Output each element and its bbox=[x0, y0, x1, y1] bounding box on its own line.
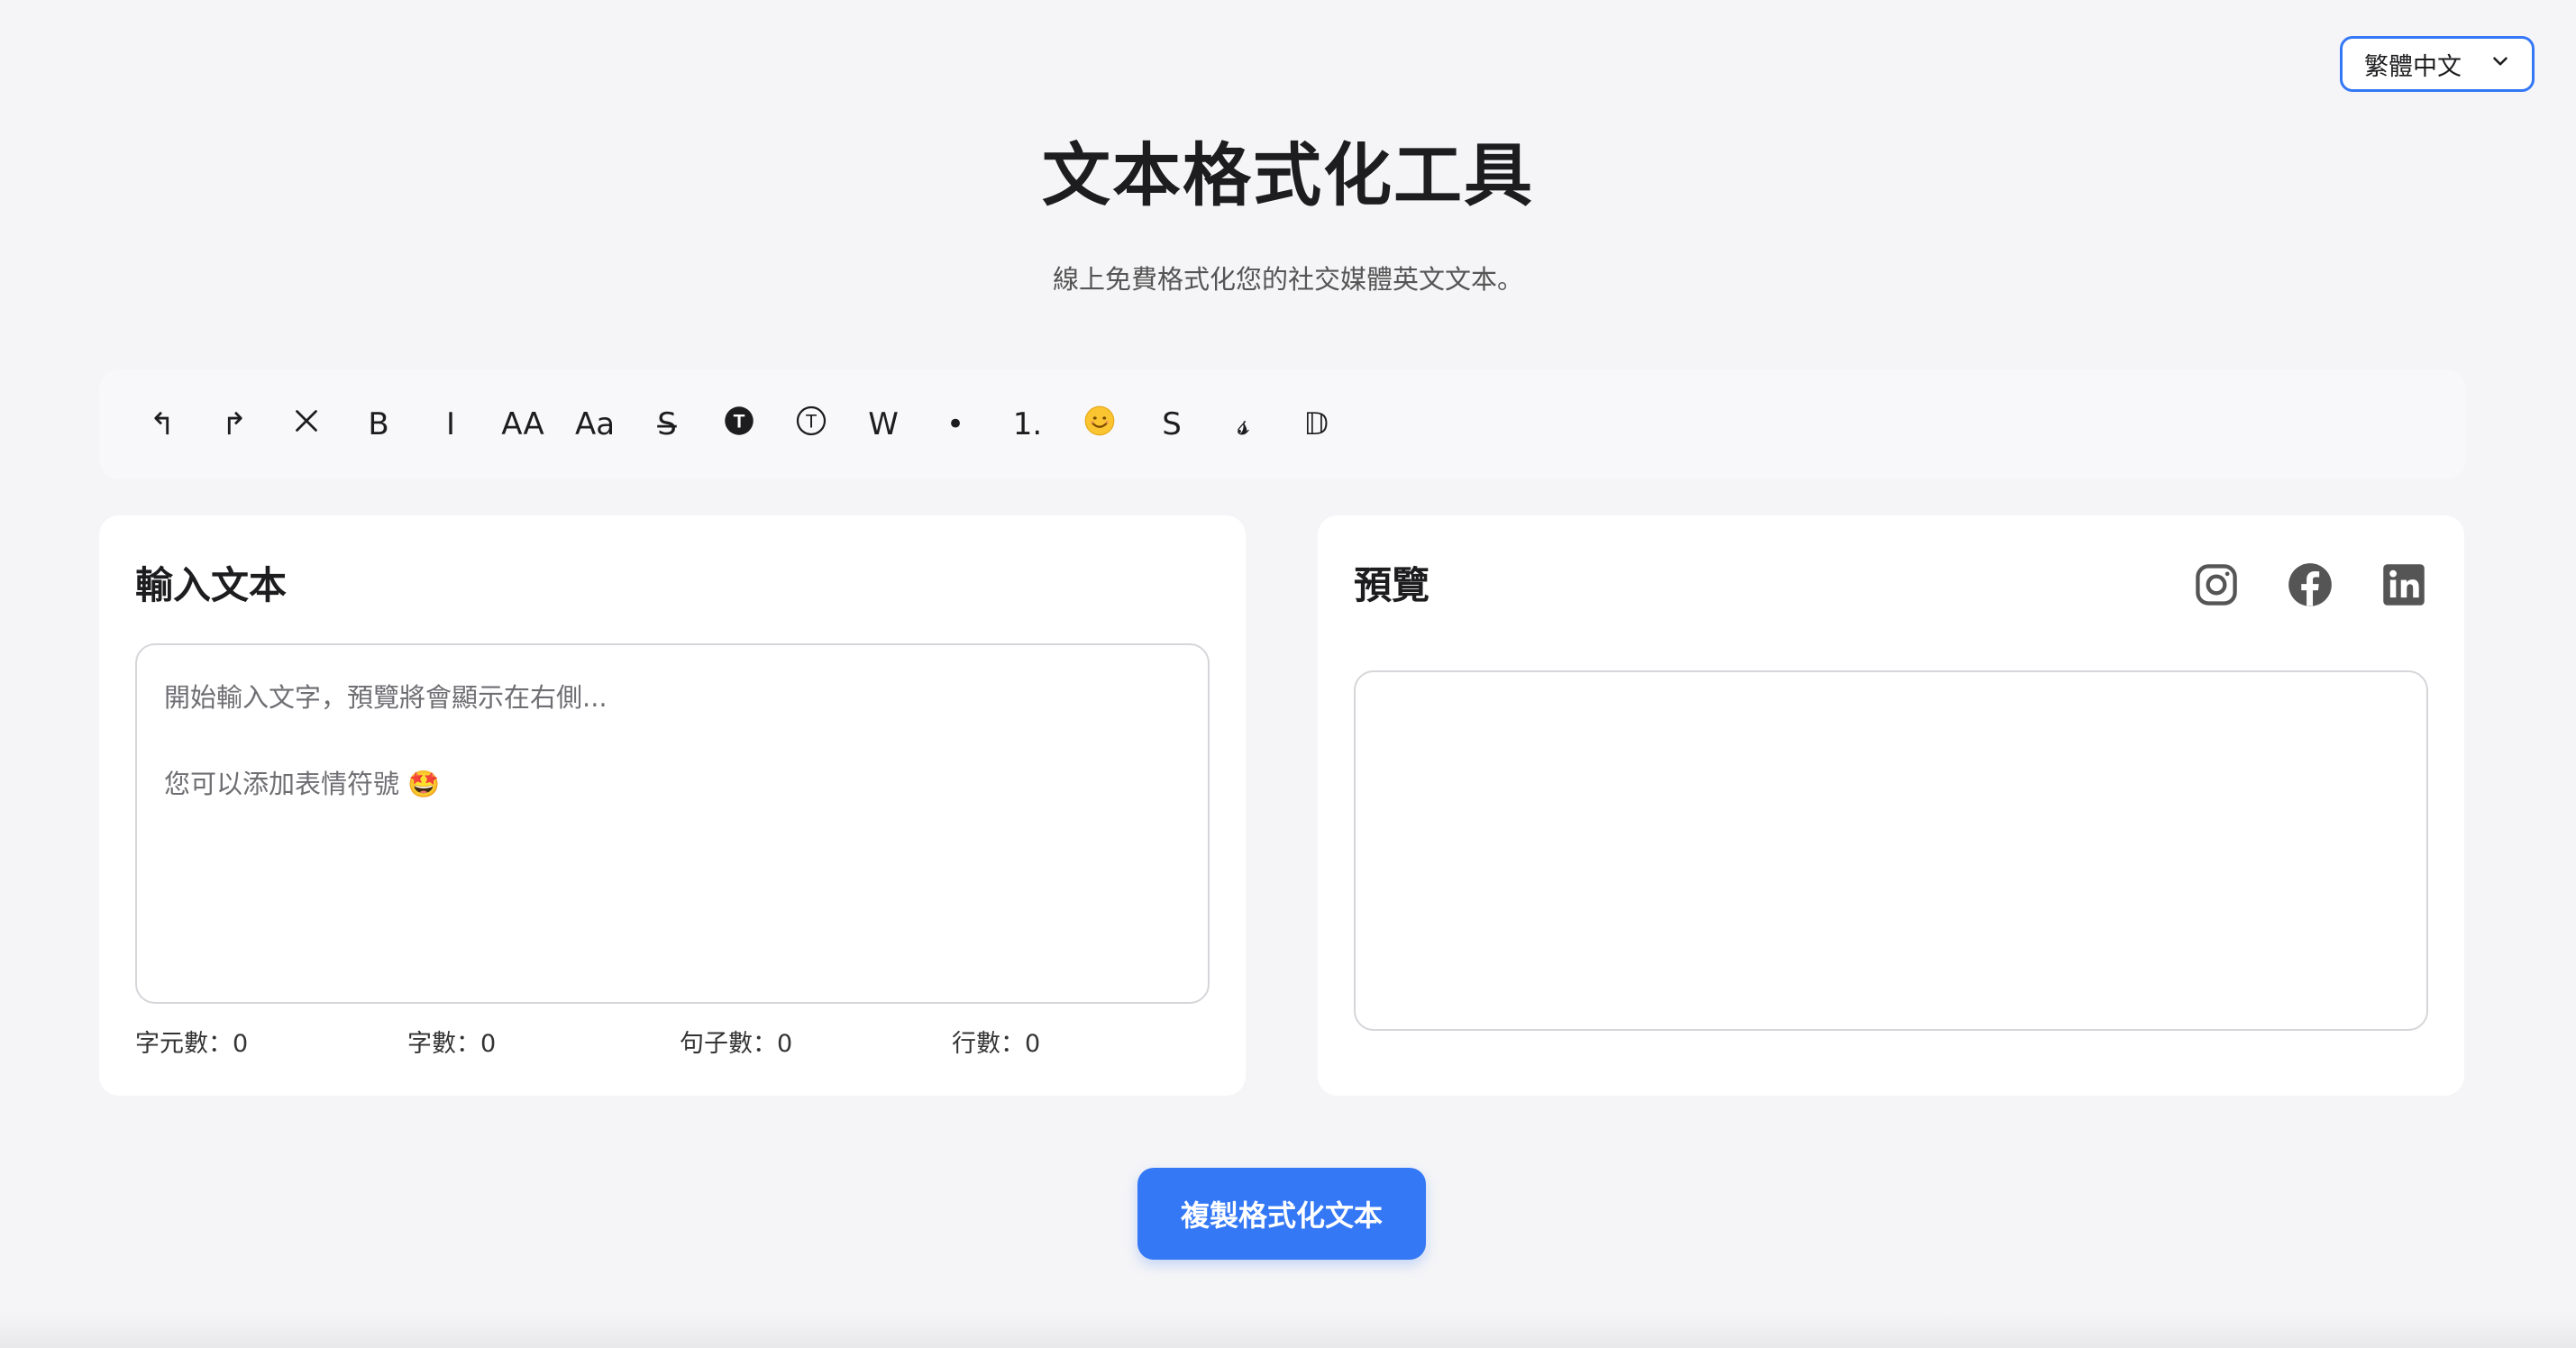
bullet-list-button[interactable]: • bbox=[928, 397, 982, 451]
format-toolbar: ↰ ↱ B I AA Aa S̶ T T W • 1. S 𝓼 𝔻 bbox=[99, 369, 2466, 479]
undo-icon: ↰ bbox=[149, 406, 176, 442]
input-panel-title: 輸入文本 bbox=[135, 563, 288, 607]
sentence-count: 句子數：0 bbox=[680, 1030, 793, 1058]
bold-label: B bbox=[368, 406, 389, 442]
circled-button[interactable]: T bbox=[784, 397, 838, 451]
preview-panel: 預覽 bbox=[1318, 515, 2464, 1096]
language-select-value: 繁體中文 bbox=[2364, 52, 2462, 81]
facebook-icon bbox=[2287, 561, 2334, 612]
clear-button[interactable] bbox=[279, 397, 333, 451]
double-struck-label: 𝔻 bbox=[1303, 406, 1329, 442]
smile-icon bbox=[1083, 405, 1116, 445]
uppercase-label: AA bbox=[501, 406, 544, 442]
linkedin-button[interactable] bbox=[2380, 562, 2428, 611]
double-struck-button[interactable]: 𝔻 bbox=[1289, 397, 1343, 451]
redo-icon: ↱ bbox=[221, 406, 248, 442]
circled-filled-button[interactable]: T bbox=[712, 397, 766, 451]
social-preview-switcher bbox=[2192, 562, 2428, 611]
numbered-list-button[interactable]: 1. bbox=[1000, 397, 1055, 451]
chevron-down-icon bbox=[2489, 50, 2512, 79]
facebook-button[interactable] bbox=[2286, 562, 2334, 611]
wide-label: W bbox=[868, 406, 899, 442]
undo-button[interactable]: ↰ bbox=[135, 397, 189, 451]
script-button[interactable]: 𝓼 bbox=[1217, 397, 1271, 451]
page-subtitle: 線上免費格式化您的社交媒體英文文本。 bbox=[1052, 264, 1523, 295]
text-stats: 字元數：0 字數：0 句子數：0 行數：0 bbox=[135, 1024, 1210, 1060]
copy-formatted-text-button[interactable]: 複製格式化文本 bbox=[1137, 1168, 1426, 1260]
text-input[interactable] bbox=[135, 643, 1210, 1004]
circled-filled-t-icon: T bbox=[723, 405, 755, 445]
bullet-icon: • bbox=[945, 406, 965, 442]
svg-text:T: T bbox=[806, 411, 818, 432]
preview-panel-title: 預覽 bbox=[1354, 563, 1430, 607]
page-title: 文本格式化工具 bbox=[1042, 135, 1534, 215]
word-count: 字數：0 bbox=[407, 1030, 497, 1058]
svg-text:T: T bbox=[734, 411, 745, 432]
script-label: 𝓼 bbox=[1238, 406, 1250, 442]
capitalize-label: Aa bbox=[574, 406, 616, 442]
instagram-button[interactable] bbox=[2192, 562, 2241, 611]
uppercase-button[interactable]: AA bbox=[496, 397, 550, 451]
emoji-button[interactable] bbox=[1073, 397, 1127, 451]
circled-t-icon: T bbox=[795, 405, 827, 445]
bold-button[interactable]: B bbox=[352, 397, 406, 451]
linkedin-icon bbox=[2380, 561, 2427, 612]
input-panel: 輸入文本 字元數：0 字數：0 句子數：0 行數：0 bbox=[99, 515, 1246, 1096]
close-icon bbox=[290, 405, 323, 445]
preview-output bbox=[1354, 670, 2428, 1031]
instagram-icon bbox=[2193, 561, 2240, 612]
redo-button[interactable]: ↱ bbox=[207, 397, 261, 451]
language-select[interactable]: 繁體中文 bbox=[2340, 36, 2535, 92]
sans-serif-label: S bbox=[1162, 406, 1182, 442]
char-count: 字元數：0 bbox=[135, 1030, 249, 1058]
wide-button[interactable]: W bbox=[856, 397, 910, 451]
sans-serif-button[interactable]: S bbox=[1145, 397, 1199, 451]
numbered-label: 1. bbox=[1012, 406, 1043, 442]
strikethrough-label: S̶ bbox=[657, 406, 677, 442]
italic-label: I bbox=[445, 406, 456, 442]
italic-button[interactable]: I bbox=[424, 397, 478, 451]
bottom-shade bbox=[0, 1312, 2576, 1348]
strikethrough-button[interactable]: S̶ bbox=[640, 397, 694, 451]
line-count: 行數：0 bbox=[952, 1030, 1041, 1058]
capitalize-button[interactable]: Aa bbox=[568, 397, 622, 451]
